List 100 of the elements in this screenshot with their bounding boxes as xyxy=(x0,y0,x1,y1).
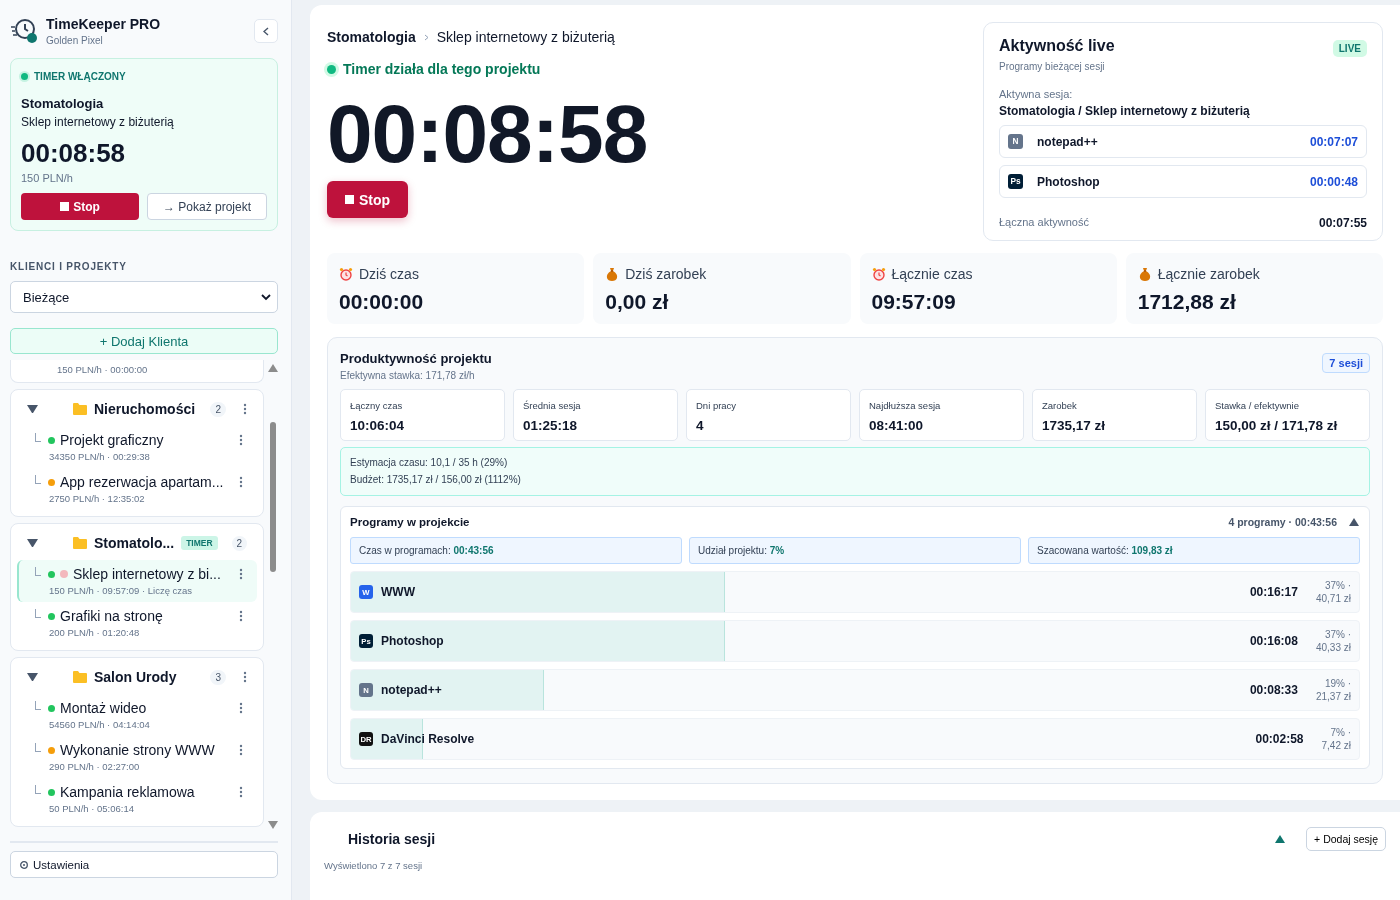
collapse-icon[interactable] xyxy=(1275,835,1286,843)
app-icon: N xyxy=(1008,134,1023,149)
stat-label: Dziś zarobek xyxy=(625,266,707,282)
more-icon[interactable] xyxy=(239,786,243,798)
scroll-down-icon[interactable] xyxy=(268,821,278,829)
scroll-up-icon[interactable] xyxy=(268,364,278,372)
timer-badge: TIMER xyxy=(181,536,218,550)
app-subtitle: Golden Pixel xyxy=(46,35,104,46)
live-badge: LIVE xyxy=(1332,40,1367,57)
money-bag-icon xyxy=(605,267,620,281)
program-name: notepad++ xyxy=(381,683,442,697)
tree-branch-icon xyxy=(35,609,41,618)
clock-logo-icon xyxy=(10,17,38,45)
share-percent: 19% · xyxy=(1324,676,1351,690)
programs-summary: 4 programy · 00:43:56 xyxy=(1228,516,1337,528)
breadcrumb-link[interactable]: Stomatologia xyxy=(327,29,416,45)
session-name: Stomatologia / Sklep internetowy z biżuterią xyxy=(999,104,1251,118)
count-badge: 2 xyxy=(231,535,248,551)
stat-value: 1712,88 zł xyxy=(1137,290,1237,314)
breadcrumb-current: Sklep internetowy z biżuterią xyxy=(436,29,615,45)
project-meta: 150 PLN/h · 00:00:00 xyxy=(56,364,149,377)
more-icon[interactable] xyxy=(239,568,243,580)
collapse-icon[interactable] xyxy=(27,538,38,548)
program-time: 00:07:07 xyxy=(1309,134,1358,149)
collapse-sidebar-button[interactable] xyxy=(254,19,278,43)
share-value: 40,71 zł xyxy=(1315,592,1351,606)
settings-button[interactable]: Ustawienia xyxy=(10,851,278,878)
folder-icon xyxy=(73,403,87,415)
chevron-icon xyxy=(423,33,429,41)
timer-status: Timer działa dla tego projektu xyxy=(343,61,541,77)
show-project-button[interactable]: → Pokaż projekt xyxy=(147,193,267,220)
stat-label: Łącznie zarobek xyxy=(1157,266,1260,282)
project-name: Grafiki na stronę xyxy=(60,608,163,624)
project-item[interactable]: App rezerwacja apartam... 2750 PLN/h · 12:35:02 xyxy=(17,468,257,510)
program-time: 00:00:48 xyxy=(1309,174,1358,189)
share-percent: 7% · xyxy=(1330,725,1351,739)
chevron-icon xyxy=(263,26,269,36)
project-item[interactable]: Grafiki na stronę 200 PLN/h · 01:20:48 xyxy=(17,602,257,644)
metric-value: 01:25:18 xyxy=(523,418,579,433)
project-meta: 34350 PLN/h · 00:29:38 xyxy=(49,451,151,462)
metric-value: 150,00 zł / 171,78 zł xyxy=(1215,418,1339,433)
client-name: Nieruchomości xyxy=(94,401,196,417)
stat-label: Dziś czas xyxy=(359,266,419,282)
more-icon[interactable] xyxy=(239,434,243,446)
project-name: Kampania reklamowa xyxy=(60,784,195,800)
panel-title: Programy w projekcie xyxy=(350,516,470,528)
metric-label: Stawka / efektywnie xyxy=(1215,400,1300,411)
project-item[interactable]: Sklep internetowy z bi... 150 PLN/h · 09:57:09 · Liczę czas xyxy=(17,560,257,602)
project-meta: 50 PLN/h · 05:06:14 xyxy=(49,803,136,814)
more-icon[interactable] xyxy=(243,671,247,683)
folder-icon xyxy=(73,671,87,683)
hourly-rate: 150 PLN/h xyxy=(21,172,74,184)
project-item[interactable]: Wykonanie strony WWW 290 PLN/h · 02:27:00 xyxy=(17,736,257,778)
collapse-icon[interactable] xyxy=(1349,518,1359,526)
collapse-icon[interactable] xyxy=(27,672,38,682)
money-bag-icon xyxy=(1137,267,1152,281)
total-label: Łączna aktywność xyxy=(999,216,1089,230)
more-icon[interactable] xyxy=(239,702,243,714)
add-session-button[interactable]: + Dodaj sesję xyxy=(1306,827,1386,851)
count-badge: 2 xyxy=(210,401,226,417)
project-name: Montaż wideo xyxy=(60,700,147,716)
collapse-icon[interactable] xyxy=(27,404,38,414)
panel-title: Historia sesji xyxy=(348,831,436,847)
more-icon[interactable] xyxy=(239,610,243,622)
total-value: 00:07:55 xyxy=(1318,216,1367,230)
program-name: notepad++ xyxy=(1037,134,1098,149)
client-name: Stomatolo... xyxy=(94,535,175,551)
alarm-clock-icon xyxy=(339,267,353,281)
program-time: 00:16:17 xyxy=(1249,585,1298,599)
share-value: 40,33 zł xyxy=(1315,641,1351,655)
dropdown-caret-icon xyxy=(261,293,271,301)
project-name: Projekt graficzny xyxy=(60,432,164,448)
app-icon: Ps xyxy=(1008,174,1023,189)
more-icon[interactable] xyxy=(239,744,243,756)
add-client-button[interactable]: + Dodaj Klienta xyxy=(10,328,278,354)
tree-branch-icon xyxy=(35,567,41,576)
stop-button[interactable]: Stop xyxy=(21,193,139,220)
metric-label: Zarobek xyxy=(1042,400,1078,411)
metric-label: Średnia sesja xyxy=(523,400,582,411)
stop-button[interactable]: Stop xyxy=(327,181,409,218)
chip-label: Czas w programach: xyxy=(359,545,451,556)
filter-select[interactable]: Bieżące xyxy=(10,281,278,313)
session-label: Aktywna sesja: xyxy=(999,88,1074,100)
estimate-line: Budżet: 1735,17 zł / 156,00 zł (1112%) xyxy=(350,472,522,487)
project-meta: 54560 PLN/h · 04:14:04 xyxy=(49,719,151,730)
program-name: Photoshop xyxy=(1037,174,1100,189)
project-item[interactable]: Kampania reklamowa 50 PLN/h · 05:06:14 xyxy=(17,778,257,820)
more-icon[interactable] xyxy=(243,403,247,415)
project-item[interactable]: Montaż wideo 54560 PLN/h · 04:14:04 xyxy=(17,694,257,736)
alarm-clock-icon xyxy=(871,267,886,281)
tree-branch-icon xyxy=(35,475,41,484)
stat-value: 09:57:09 xyxy=(871,290,957,314)
estimate-line: Estymacja czasu: 10,1 / 35 h (29%) xyxy=(350,456,509,470)
metric-label: Łączny czas xyxy=(350,400,404,411)
metric-label: Najdłuższa sesja xyxy=(869,400,942,411)
more-icon[interactable] xyxy=(239,476,243,488)
sessions-badge: 7 sesji xyxy=(1322,353,1370,373)
project-item[interactable]: Projekt graficzny 34350 PLN/h · 00:29:38 xyxy=(17,426,257,468)
project-meta: 290 PLN/h · 02:27:00 xyxy=(49,761,141,772)
stat-value: 00:00:00 xyxy=(339,290,425,314)
